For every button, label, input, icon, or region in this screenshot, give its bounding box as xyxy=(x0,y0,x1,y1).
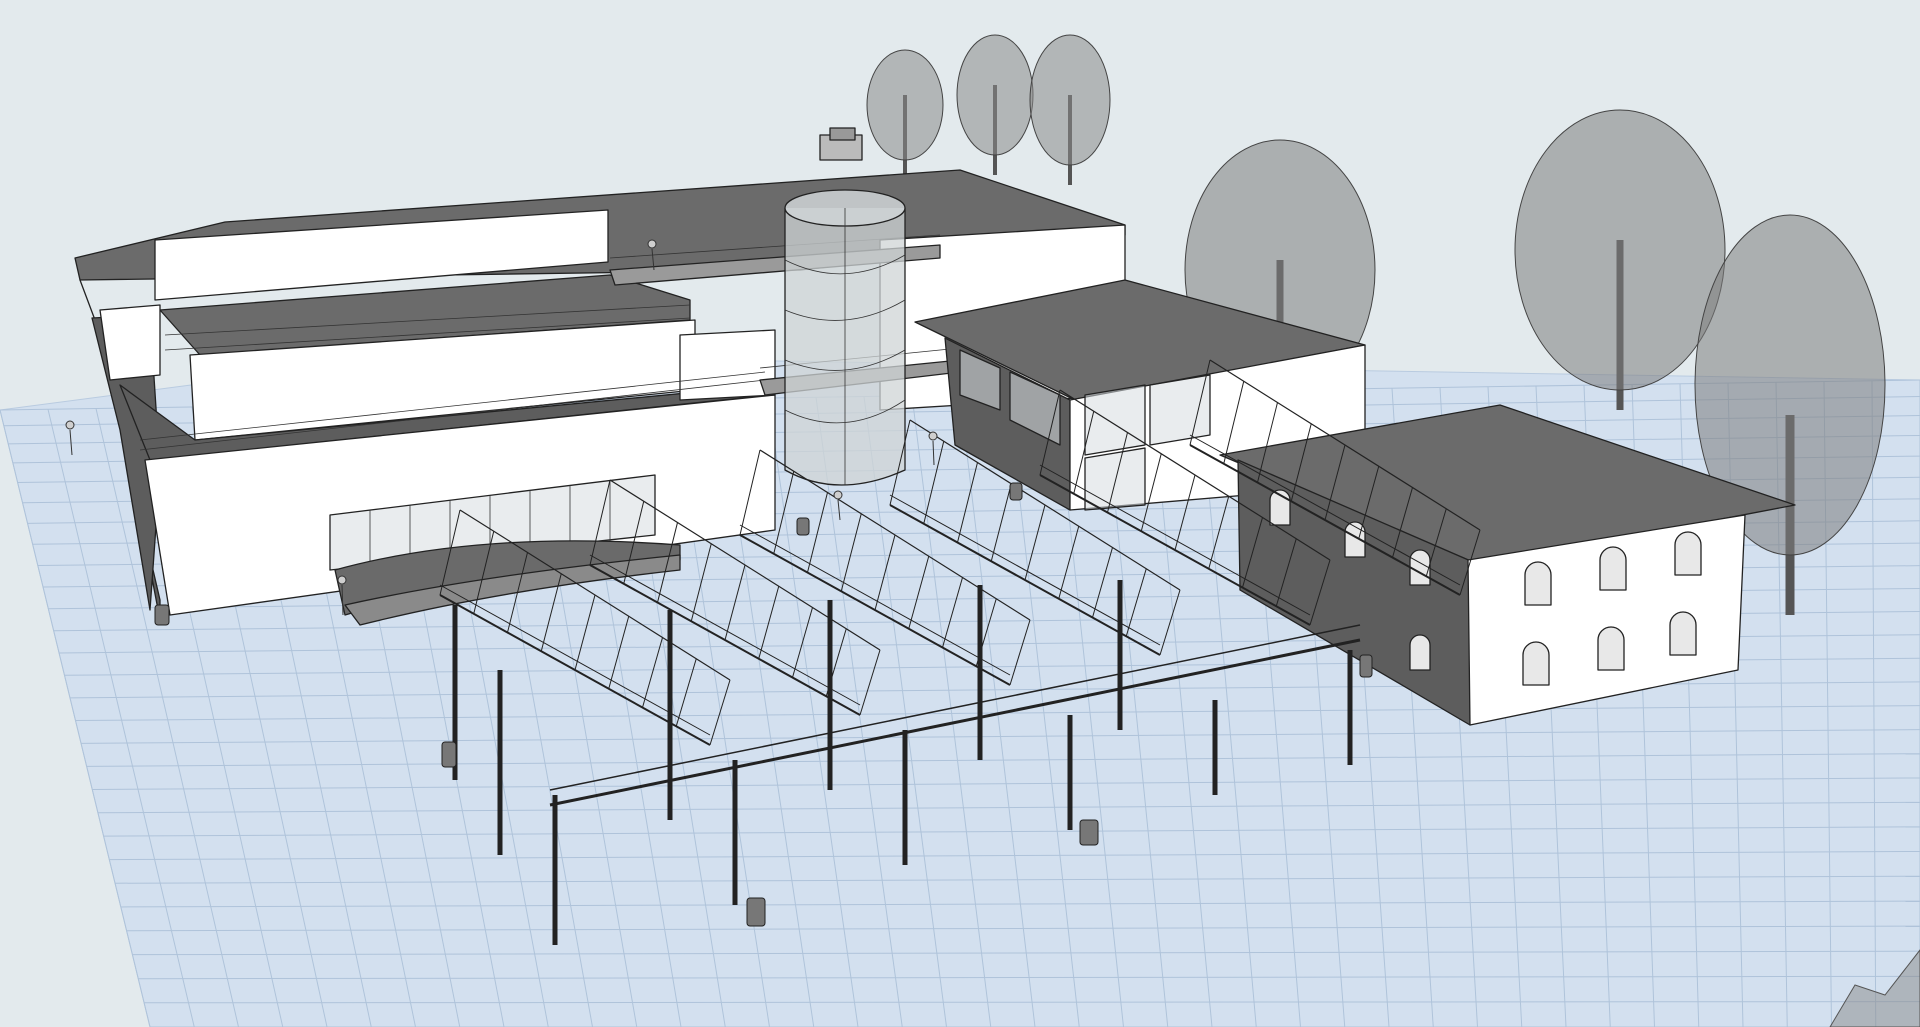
trash-bin-icon xyxy=(154,604,170,626)
trash-bin-icon xyxy=(746,897,766,927)
3d-viewport[interactable] xyxy=(0,0,1920,1027)
trash-bin-icon xyxy=(441,741,457,768)
trash-bin-icon xyxy=(796,517,810,536)
trash-bin-icon xyxy=(1009,482,1023,501)
trash-bin-icon xyxy=(1359,654,1373,678)
trash-bin-icon xyxy=(1079,819,1099,846)
